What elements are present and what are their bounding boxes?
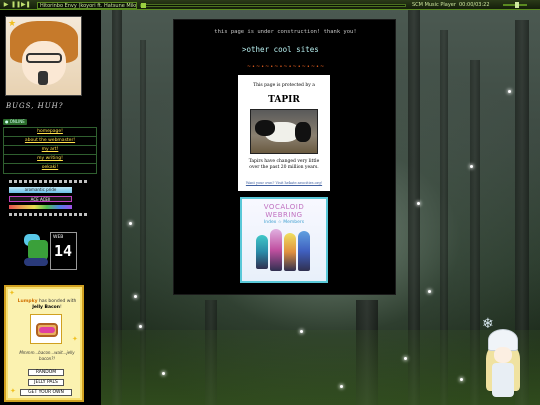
pause-icon[interactable]: ❚❚ [11,1,21,9]
tapir-description: Tapirs have changed very little over the… [248,159,320,170]
sidebar: ★ BUGS, HUH? ● ONLINE homepage! about th… [0,10,101,405]
vocaloid-webring-banner[interactable]: VOCALOID WEBRING Index ☆ Members [240,197,328,283]
playback-time: 00:00/03:22 [459,1,490,8]
pet-title: Lumpky has bonded with Jelly Bacon! [17,299,77,310]
main-panel: this page is under construction! thank y… [173,19,396,295]
ace-tag: ACEII [39,197,51,202]
next-icon[interactable]: ▶❚ [21,1,31,9]
jelly-bacon-image [30,314,62,344]
volume-knob[interactable] [515,2,519,8]
music-player-bar: ▶ ❚❚ ▶❚ Hitorinbo Envy (koyori ft. Hatsu… [0,0,540,10]
vocaloid-title: VOCALOID [263,203,305,211]
random-button[interactable]: RANDOM [28,369,64,376]
jelly-pals-button[interactable]: JELLY PALS [28,379,64,386]
online-badge: ● ONLINE [3,119,27,125]
progress-knob[interactable] [141,2,146,8]
character-figure [298,231,310,271]
sparkle-icon: ✦ [10,387,16,395]
tapir-link[interactable]: Want your own? Visit hekate.neocities.or… [238,181,330,185]
star-icon: ★ [8,19,17,29]
volume-slider[interactable] [503,2,527,8]
webring-title: WEBRING [265,211,303,219]
mascot-character: ❄ [482,317,530,402]
webring-number: 14 [54,242,73,260]
site-nav: homepage! about the webmaster! my art! m… [3,127,97,174]
webring-links[interactable]: Index ☆ Members [242,220,326,225]
strawberry-divider: ~•~•~•~•~•~•~•~•~ [246,64,326,70]
nav-link-oekaki[interactable]: oekaki! [4,164,96,173]
avatar: ★ [5,16,82,96]
nav-link-about[interactable]: about the webmaster! [4,137,96,146]
nav-link-art[interactable]: my art! [4,146,96,155]
divider [9,180,89,183]
get-your-own-button[interactable]: GET YOUR OWN [20,389,72,396]
snowflake-icon: ❄ [482,316,494,332]
aromantic-pride-badge[interactable]: aromantic pride [9,187,72,193]
track-title: Hitorinbo Envy (koyori ft. Hatsune Miku) [37,1,137,9]
tagline: BUGS, HUH? [6,102,64,110]
virtual-pet-widget: ✦ ✦ ✦ Lumpky has bonded with Jelly Bacon… [4,285,84,402]
tapir-widget[interactable]: This page is protected by a TAPIR Tapirs… [238,75,330,191]
character-figure [270,229,282,271]
page-title: >other cool sites [242,45,319,54]
character-figure [284,233,296,271]
progress-bar[interactable] [140,2,406,8]
nav-link-homepage[interactable]: homepage! [4,128,96,137]
play-icon[interactable]: ▶ [2,1,10,9]
nav-link-writing[interactable]: my writing! [4,155,96,164]
player-name: SCM Music Player [412,1,456,8]
ace-label: ACE [30,197,39,202]
rainbow-badge[interactable] [9,205,72,209]
construction-notice: this page is under construction! thank y… [214,29,357,35]
character-figure [256,235,268,269]
ace-badge[interactable]: ACE ACEII [9,196,72,202]
tapir-protected-text: This page is protected by a [253,83,315,88]
pet-quote: Mmmm...bacon...wait...jelly bacon?! [19,350,75,361]
tapir-photo [250,109,318,154]
webring-counter[interactable]: WEB 14 [50,232,77,270]
sparkle-icon: ✦ [72,335,78,343]
tapir-title: TAPIR [268,95,300,105]
sparkle-icon: ✦ [9,289,15,297]
divider [9,213,89,216]
webring-label: WEB [53,235,64,240]
robot-webring-icon[interactable] [20,232,52,270]
